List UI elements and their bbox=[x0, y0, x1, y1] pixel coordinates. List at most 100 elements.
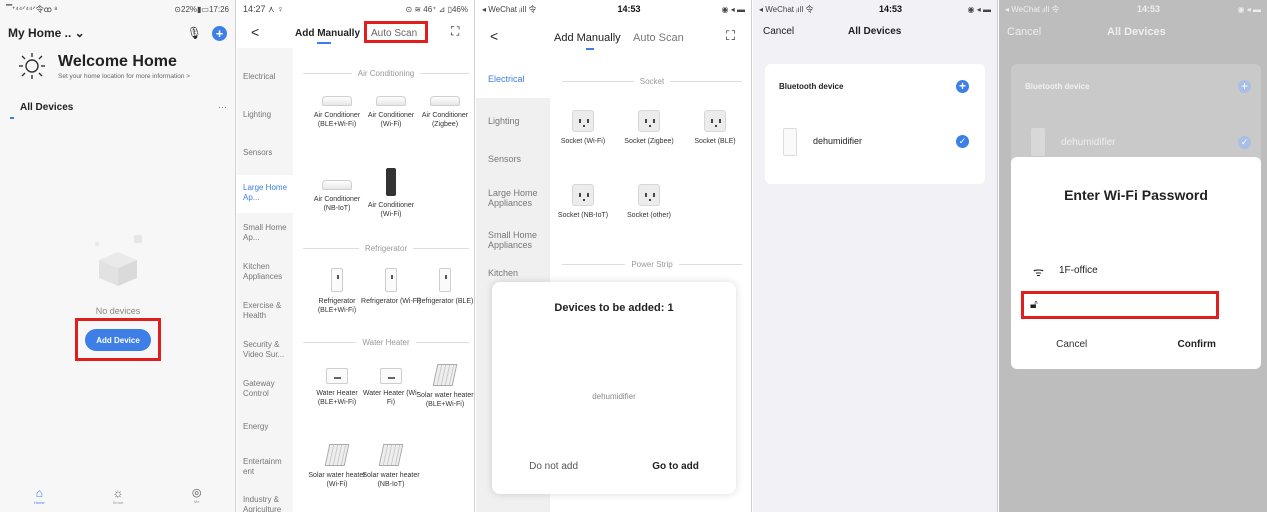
bluetooth-device-label: Bluetooth device bbox=[779, 82, 844, 91]
air-conditioner-icon bbox=[376, 96, 406, 106]
solar-heater-icon bbox=[432, 364, 458, 386]
category-item[interactable]: Industry & Agriculture bbox=[237, 495, 293, 512]
add-bluetooth-icon[interactable]: + bbox=[956, 80, 969, 93]
tab-add-manually[interactable]: Add Manually bbox=[295, 28, 360, 39]
status-bar: ◂ WeChat ᵢıll 令 14:53 ◉ ◂ ▬ bbox=[759, 4, 991, 14]
tab-auto-scan[interactable]: Auto Scan bbox=[633, 32, 684, 44]
device-tile[interactable]: Water Heater (BLE+Wi-Fi) bbox=[307, 368, 367, 407]
refrigerator-icon bbox=[331, 268, 343, 292]
cancel-button[interactable]: Cancel bbox=[763, 26, 794, 37]
category-item[interactable]: Sensors bbox=[237, 148, 293, 158]
category-item[interactable]: Lighting bbox=[237, 110, 293, 120]
bottom-tab-bar: ⌂ Home ☼ Smart ◎ Me bbox=[0, 482, 235, 512]
tab-smart[interactable]: ☼ Smart bbox=[98, 486, 138, 505]
socket-icon bbox=[572, 110, 594, 132]
status-bar: ▔ᐩ⁴⁴ᐟ⁴⁴ᐟ令ꝏ ⁸ ⊙22%▮▭17:26 bbox=[0, 0, 235, 18]
device-tile[interactable]: Solar water heater (NB-IoT) bbox=[361, 444, 421, 489]
device-tile[interactable]: Socket (BLE) bbox=[682, 110, 748, 147]
category-item[interactable]: Lighting bbox=[476, 116, 550, 126]
more-icon[interactable]: ··· bbox=[218, 102, 227, 113]
page-title: All Devices bbox=[1107, 26, 1166, 38]
lock-icon: 🔓︎ bbox=[1030, 297, 1038, 311]
cancel-button[interactable]: Cancel bbox=[1007, 26, 1041, 38]
device-tile[interactable]: Socket (Wi-Fi) bbox=[550, 110, 616, 147]
category-item[interactable]: Electrical bbox=[237, 72, 293, 82]
section-air-conditioning: Air Conditioning bbox=[303, 69, 469, 78]
active-tab-indicator bbox=[586, 48, 594, 50]
scan-icon[interactable]: ⛶ bbox=[451, 24, 459, 39]
screen-home: ▔ᐩ⁴⁴ᐟ⁴⁴ᐟ令ꝏ ⁸ ⊙22%▮▭17:26 My Home .. ⌄ 🎙︎… bbox=[0, 0, 236, 512]
screen-wifi-password: ◂ WeChat ᵢıll 令 14:53 ◉ ◂ ▬ Cancel All D… bbox=[999, 0, 1267, 512]
password-field[interactable]: 🔓︎ bbox=[1021, 291, 1219, 319]
add-bluetooth-icon[interactable]: + bbox=[1238, 80, 1251, 93]
category-item[interactable]: Small Home Ap... bbox=[237, 223, 293, 243]
device-tile[interactable]: Socket (other) bbox=[616, 184, 682, 221]
status-bar: 14:27 ⋏ ♀ ⊙ ≋ 46⁺ ⊿ ▯46% bbox=[243, 3, 468, 14]
device-tile[interactable]: Air Conditioner (Wi-Fi) bbox=[361, 96, 421, 129]
bluetooth-device-card: Bluetooth device + dehumidifier ✓ bbox=[765, 64, 985, 184]
device-tile[interactable]: Socket (Zigbee) bbox=[616, 110, 682, 147]
welcome-subtitle[interactable]: Set your home location for more informat… bbox=[58, 73, 190, 80]
category-item[interactable]: Small Home Appliances bbox=[476, 230, 550, 250]
device-tile[interactable]: Air Conditioner (Wi-Fi) bbox=[361, 168, 421, 219]
device-name: dehumidifier bbox=[1061, 137, 1116, 148]
air-conditioner-icon bbox=[322, 96, 352, 106]
go-to-add-button[interactable]: Go to add bbox=[652, 461, 699, 472]
dialog-device-name[interactable]: dehumidifier bbox=[492, 392, 736, 401]
screen-add-manually: 14:27 ⋏ ♀ ⊙ ≋ 46⁺ ⊿ ▯46% < Add Manually … bbox=[237, 0, 475, 512]
refrigerator-icon bbox=[385, 268, 397, 292]
tab-add-manually[interactable]: Add Manually bbox=[554, 32, 621, 44]
back-button[interactable]: < bbox=[490, 28, 498, 44]
category-item-active[interactable]: Electrical bbox=[476, 74, 550, 84]
add-icon[interactable]: + bbox=[212, 25, 227, 41]
section-power-strip: Power Strip bbox=[562, 260, 742, 269]
category-item[interactable]: Gateway Control bbox=[237, 379, 293, 399]
device-tile[interactable]: Refrigerator (BLE+Wi-Fi) bbox=[307, 268, 367, 315]
status-bar: ◂ WeChat ᵢıll 令 14:53 ◉ ◂ ▬ bbox=[1005, 4, 1261, 14]
tab-auto-scan[interactable]: Auto Scan bbox=[371, 28, 417, 39]
category-item[interactable]: Sensors bbox=[476, 154, 550, 164]
device-tile[interactable]: Water Heater (Wi-Fi) bbox=[361, 368, 421, 407]
home-selector[interactable]: My Home .. ⌄ bbox=[8, 26, 85, 40]
tab-home[interactable]: ⌂ Home bbox=[19, 486, 59, 505]
home-icon: ⌂ bbox=[35, 486, 43, 500]
category-item[interactable]: Energy bbox=[237, 422, 293, 432]
water-heater-icon bbox=[326, 368, 348, 384]
smart-icon: ☼ bbox=[112, 486, 124, 500]
device-tile[interactable]: Refrigerator (BLE) bbox=[415, 268, 474, 307]
wifi-password-dialog: Enter Wi-Fi Password ᯤ 1F-office 🔓︎ Canc… bbox=[1011, 157, 1261, 369]
checked-icon[interactable]: ✓ bbox=[956, 135, 969, 148]
dialog-cancel-button[interactable]: Cancel bbox=[1056, 339, 1087, 350]
confirm-button[interactable]: Confirm bbox=[1178, 339, 1216, 350]
screen-all-devices: ◂ WeChat ᵢıll 令 14:53 ◉ ◂ ▬ Cancel All D… bbox=[753, 0, 998, 512]
section-socket: Socket bbox=[562, 77, 742, 86]
screen-devices-to-add: ◂ WeChat ᵢıll 令 14:53 ◉ ◂ ▬ < Add Manual… bbox=[476, 0, 752, 512]
category-item[interactable]: Large Home Appliances bbox=[476, 188, 550, 208]
section-water-heater: Water Heater bbox=[303, 338, 469, 347]
do-not-add-button[interactable]: Do not add bbox=[529, 461, 578, 472]
device-tile[interactable]: Air Conditioner (BLE+Wi-Fi) bbox=[307, 96, 367, 129]
category-item[interactable]: Entertainm ent bbox=[237, 457, 293, 477]
device-tile[interactable]: Refrigerator (Wi-Fi) bbox=[361, 268, 421, 307]
mic-icon[interactable]: 🎙︎ bbox=[187, 26, 202, 40]
status-signal: ▔ᐩ⁴⁴ᐟ⁴⁴ᐟ令ꝏ ⁸ bbox=[6, 4, 58, 14]
status-time: ⊙22%▮▭17:26 bbox=[174, 4, 229, 14]
tab-me[interactable]: ◎ Me bbox=[177, 486, 217, 504]
all-devices-tab[interactable]: All Devices bbox=[20, 102, 73, 113]
scan-icon[interactable]: ⛶ bbox=[726, 28, 735, 44]
device-tile[interactable]: Socket (NB-IoT) bbox=[550, 184, 616, 221]
device-tile[interactable]: Solar water heater (BLE+Wi-Fi) bbox=[415, 364, 474, 409]
device-tile[interactable]: Solar water heater (Wi-Fi) bbox=[307, 444, 367, 489]
device-row[interactable]: dehumidifier ✓ bbox=[777, 128, 977, 156]
category-item[interactable]: Security & Video Sur... bbox=[237, 340, 293, 360]
category-item-active[interactable]: Large Home Ap... bbox=[237, 183, 293, 203]
socket-icon bbox=[638, 110, 660, 132]
back-button[interactable]: < bbox=[251, 24, 259, 40]
water-heater-icon bbox=[380, 368, 402, 384]
device-tile[interactable]: Air Conditioner (Zigbee) bbox=[415, 96, 474, 129]
category-item[interactable]: Kitchen bbox=[476, 268, 550, 278]
add-device-button[interactable]: Add Device bbox=[85, 329, 151, 351]
device-tile[interactable]: Air Conditioner (NB-IoT) bbox=[307, 180, 367, 213]
category-item[interactable]: Kitchen Appliances bbox=[237, 262, 293, 282]
category-item[interactable]: Exercise & Health bbox=[237, 301, 293, 321]
